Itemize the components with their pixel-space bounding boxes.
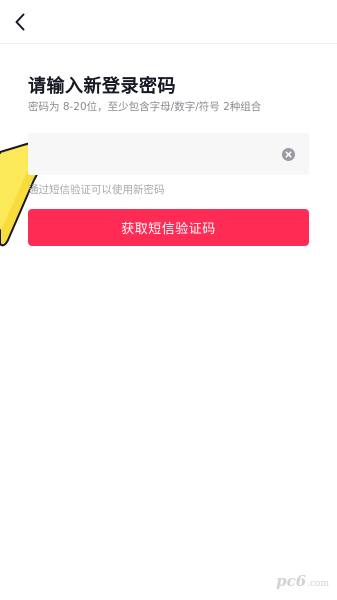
sms-hint-text: 通过短信验证可以使用新密码 bbox=[28, 184, 165, 196]
password-input[interactable] bbox=[38, 133, 278, 175]
back-button[interactable] bbox=[8, 10, 32, 34]
watermark-logo: pc6.com bbox=[276, 572, 329, 590]
page-title: 请输入新登录密码 bbox=[28, 76, 176, 97]
password-rule-subtitle: 密码为 8-20位，至少包含字母/数字/符号 2种组合 bbox=[28, 101, 262, 113]
top-nav-bar bbox=[0, 0, 337, 44]
password-field[interactable] bbox=[28, 133, 309, 175]
clear-button[interactable] bbox=[282, 148, 295, 161]
get-sms-code-button[interactable]: 获取短信验证码 bbox=[28, 209, 309, 246]
watermark-text: pc6 bbox=[276, 572, 307, 590]
clear-circle-icon bbox=[285, 151, 292, 158]
chevron-left-icon bbox=[15, 13, 25, 31]
watermark-suffix: .com bbox=[307, 579, 329, 589]
